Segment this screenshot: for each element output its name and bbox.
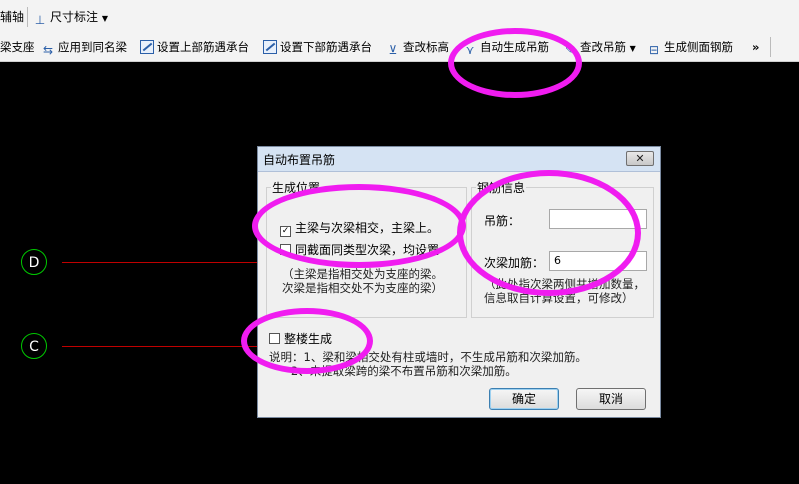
edit-hanger-icon: ✎ bbox=[564, 43, 576, 57]
option-same-section-checkbox[interactable] bbox=[280, 244, 291, 255]
bottom-rebar-pile-cap-label: 设置下部筋遇承台 bbox=[280, 40, 372, 54]
side-rebar-button[interactable]: ⊟ 生成侧面钢筋 bbox=[647, 38, 733, 57]
explain-line2: 2、未提取梁跨的梁不布置吊筋和次梁加筋。 bbox=[269, 364, 517, 378]
position-note-line2: 次梁是指相交处不为支座的梁） bbox=[282, 281, 443, 295]
elevation-icon: ⊻ bbox=[388, 43, 398, 57]
axis-marker-d[interactable]: D bbox=[21, 249, 47, 275]
auto-hanger-button[interactable]: ⋎ 自动生成吊筋 bbox=[463, 38, 549, 57]
option-same-section[interactable]: 同截面同类型次梁，均设置 bbox=[280, 241, 439, 258]
edit-elevation-button[interactable]: ⊻ 查改标高 bbox=[386, 38, 449, 57]
axis-label[interactable]: 辅轴 bbox=[0, 8, 24, 26]
rebar-bottom-icon bbox=[263, 40, 277, 54]
hanger-label: 吊筋： bbox=[484, 214, 521, 228]
toolbar-overflow-button[interactable]: » bbox=[752, 38, 759, 56]
rebar-note-line2: 信息取自计算设置，可修改） bbox=[484, 291, 634, 305]
dimension-dropdown[interactable]: ⊥ 尺寸标注 ▼ bbox=[33, 8, 108, 27]
top-toolbar: 辅轴 ⊥ 尺寸标注 ▼ bbox=[0, 0, 799, 33]
rebar-top-icon bbox=[140, 40, 154, 54]
chevron-down-icon: ▼ bbox=[629, 44, 636, 53]
auto-hanger-dialog: 自动布置吊筋 ✕ 生成位置 ✓ 主梁与次梁相交，主梁上。 同截面同类型次梁，均设置… bbox=[257, 146, 661, 418]
toolbar-separator bbox=[27, 7, 28, 27]
option-main-beam-checkbox[interactable]: ✓ bbox=[280, 226, 291, 237]
apply-same-name-label: 应用到同名梁 bbox=[58, 40, 127, 54]
beam-support-button[interactable]: 梁支座 bbox=[0, 38, 35, 56]
beam-support-label: 梁支座 bbox=[0, 40, 35, 54]
rebar-note-line1: （此处指次梁两侧共增加数量， bbox=[484, 277, 645, 291]
apply-same-name-button[interactable]: ⇆ 应用到同名梁 bbox=[41, 38, 127, 57]
whole-floor-option[interactable]: 整楼生成 bbox=[269, 330, 332, 347]
side-rebar-icon: ⊟ bbox=[648, 43, 660, 57]
whole-floor-label: 整楼生成 bbox=[284, 332, 333, 346]
auto-hanger-label: 自动生成吊筋 bbox=[480, 40, 549, 54]
axis-marker-c[interactable]: C bbox=[21, 333, 47, 359]
ok-button[interactable]: 确定 bbox=[489, 388, 559, 410]
edit-hanger-label: 查改吊筋 bbox=[580, 40, 626, 54]
apply-icon: ⇆ bbox=[42, 43, 54, 57]
position-group-label: 生成位置 bbox=[271, 179, 322, 196]
top-rebar-pile-cap-label: 设置上部筋遇承台 bbox=[157, 40, 249, 54]
dialog-titlebar[interactable]: 自动布置吊筋 ✕ bbox=[258, 147, 660, 172]
hanger-input[interactable] bbox=[549, 209, 647, 229]
secondary-beam-label: 次梁加筋： bbox=[484, 256, 545, 270]
top-rebar-pile-cap-button[interactable]: 设置上部筋遇承台 bbox=[140, 38, 249, 56]
beam-toolbar: 梁支座 ⇆ 应用到同名梁 设置上部筋遇承台 设置下部筋遇承台 ⊻ 查改标高 ⋎ 自动生… bbox=[0, 33, 799, 62]
option-same-section-label: 同截面同类型次梁，均设置 bbox=[295, 243, 440, 257]
axis-line-d bbox=[62, 262, 257, 263]
position-note-line1: （主梁是指相交处为支座的梁。 bbox=[282, 267, 443, 281]
axis-line-c bbox=[62, 346, 257, 347]
cancel-button[interactable]: 取消 bbox=[576, 388, 646, 410]
chevron-down-icon: ▼ bbox=[101, 14, 108, 23]
edit-elevation-label: 查改标高 bbox=[403, 40, 449, 54]
option-main-beam[interactable]: ✓ 主梁与次梁相交，主梁上。 bbox=[280, 219, 439, 237]
whole-floor-checkbox[interactable] bbox=[269, 333, 280, 344]
edit-hanger-button[interactable]: ✎ 查改吊筋 ▼ bbox=[563, 38, 636, 57]
dimension-label: 尺寸标注 bbox=[50, 10, 99, 24]
rebar-info-label: 钢筋信息 bbox=[476, 179, 527, 196]
secondary-beam-input[interactable]: 6 bbox=[549, 251, 647, 271]
bottom-rebar-pile-cap-button[interactable]: 设置下部筋遇承台 bbox=[263, 38, 372, 56]
dimension-icon: ⊥ bbox=[34, 13, 46, 27]
close-button[interactable]: ✕ bbox=[626, 151, 654, 166]
option-main-beam-label: 主梁与次梁相交，主梁上。 bbox=[295, 221, 440, 235]
hanger-icon: ⋎ bbox=[465, 43, 475, 57]
toolbar-separator bbox=[770, 37, 771, 57]
explain-line1: 说明：1、梁和梁相交处有柱或墙时，不生成吊筋和次梁加筋。 bbox=[269, 350, 587, 364]
dialog-title: 自动布置吊筋 bbox=[263, 153, 336, 167]
side-rebar-label: 生成侧面钢筋 bbox=[664, 40, 733, 54]
